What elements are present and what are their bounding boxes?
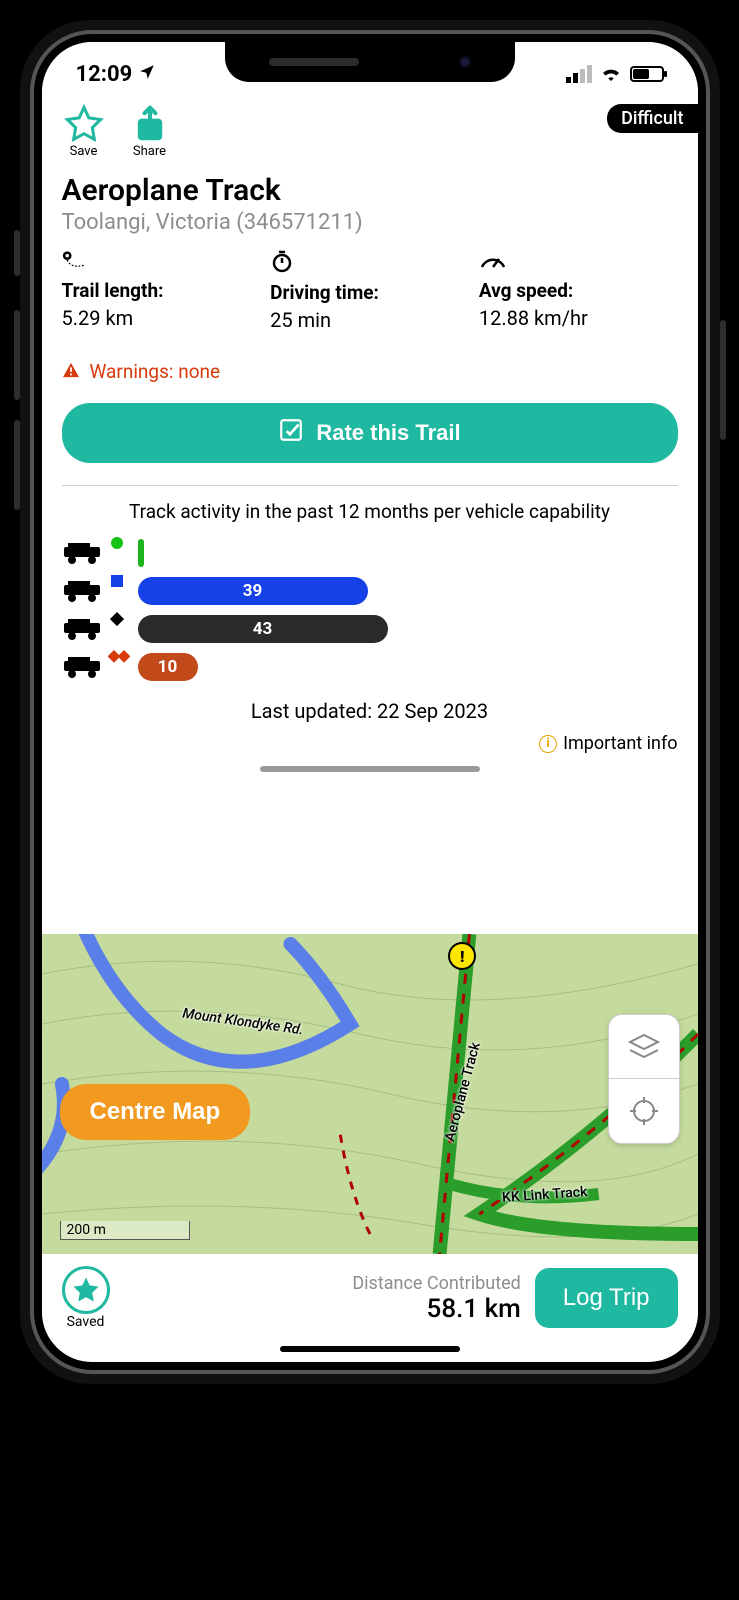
map-scale: 200 m — [60, 1221, 190, 1240]
bottom-bar: Saved Distance Contributed 58.1 km Log T… — [42, 1254, 698, 1338]
black-diamond-icon — [110, 611, 124, 630]
save-button[interactable]: Save — [62, 104, 106, 159]
activity-title: Track activity in the past 12 months per… — [62, 500, 678, 523]
activity-bar: 43 — [138, 615, 388, 643]
share-button[interactable]: Share — [128, 104, 172, 159]
vehicle-icon — [62, 541, 106, 565]
distance-contributed: Distance Contributed 58.1 km — [124, 1273, 521, 1324]
location-icon — [138, 62, 156, 87]
warning-icon — [62, 360, 80, 383]
warnings-row[interactable]: Warnings: none — [62, 360, 678, 383]
rate-trail-button[interactable]: Rate this Trail — [62, 403, 678, 463]
activity-row-black: 43 — [62, 615, 678, 643]
stopwatch-icon — [270, 258, 294, 277]
difficulty-badge: Difficult — [607, 104, 697, 133]
stat-length: Trail length: 5.29 km — [62, 249, 261, 332]
stat-time: Driving time: 25 min — [270, 249, 469, 332]
green-circle-icon — [110, 535, 124, 554]
layers-icon — [627, 1032, 661, 1062]
cell-signal-icon — [566, 65, 592, 83]
trail-subtitle: Toolangi, Victoria (346571211) — [62, 210, 678, 235]
log-trip-button[interactable]: Log Trip — [535, 1268, 678, 1328]
trail-title: Aeroplane Track — [62, 173, 678, 208]
map-controls — [608, 1014, 680, 1144]
activity-row-red: 10 — [62, 653, 678, 681]
blue-square-icon — [110, 573, 124, 592]
vehicle-icon — [62, 579, 106, 603]
info-icon: i — [539, 735, 557, 753]
centre-map-button[interactable]: Centre Map — [60, 1084, 251, 1140]
vehicle-icon — [62, 617, 106, 641]
activity-row-green — [62, 539, 678, 567]
battery-icon — [630, 66, 664, 82]
activity-bar — [138, 539, 144, 567]
double-red-diamond-icon — [108, 649, 132, 668]
important-info-link[interactable]: i Important info — [62, 733, 678, 754]
star-outline-icon — [62, 104, 106, 144]
crosshair-icon — [627, 1094, 661, 1128]
pin-route-icon — [62, 256, 88, 275]
checkbox-edit-icon — [278, 417, 304, 449]
map-view[interactable]: ! Mount Klondyke Rd. Aeroplane Track KK … — [42, 934, 698, 1254]
vehicle-icon — [62, 655, 110, 679]
trail-detail-card: Save Share Difficult — [42, 96, 698, 934]
activity-bar: 39 — [138, 577, 368, 605]
stat-speed: Avg speed: 12.88 km/hr — [479, 249, 678, 332]
map-layers-button[interactable] — [609, 1015, 679, 1079]
sheet-drag-handle[interactable] — [260, 766, 480, 772]
star-filled-icon — [62, 1266, 110, 1314]
home-indicator[interactable] — [280, 1346, 460, 1352]
wifi-icon — [600, 62, 622, 87]
activity-bar: 10 — [138, 653, 198, 681]
speedometer-icon — [479, 256, 507, 275]
activity-row-blue: 39 — [62, 577, 678, 605]
map-locate-button[interactable] — [609, 1079, 679, 1143]
share-icon — [128, 104, 172, 144]
status-time: 12:09 — [76, 62, 133, 87]
last-updated: Last updated: 22 Sep 2023 — [62, 699, 678, 723]
activity-chart: 39 43 10 — [62, 539, 678, 681]
saved-button[interactable]: Saved — [62, 1266, 110, 1330]
